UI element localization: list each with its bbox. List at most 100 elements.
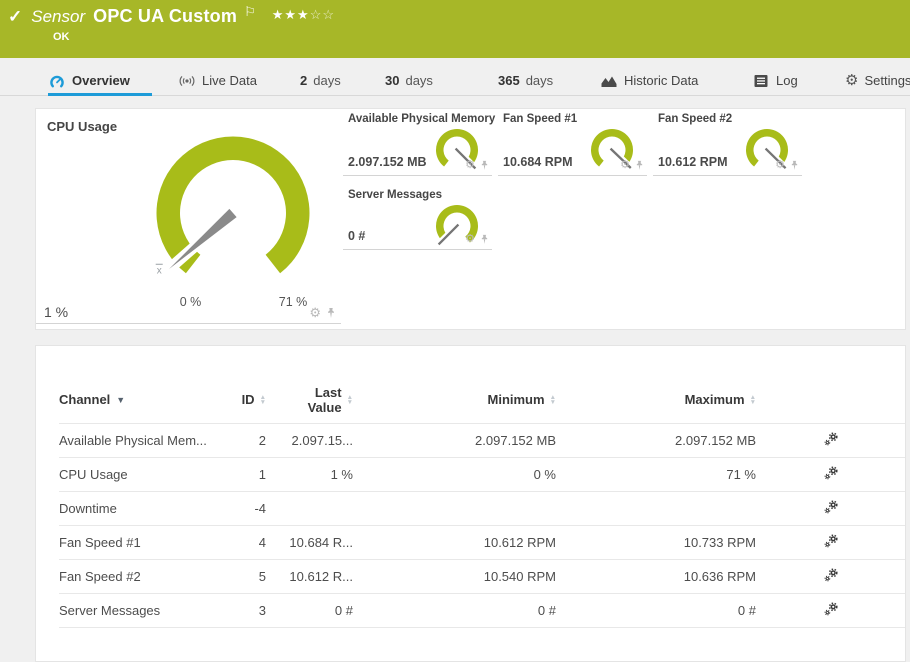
gear-icon[interactable]: ⚙ — [775, 160, 785, 171]
cell-minimum: 10.540 RPM — [483, 569, 556, 584]
channel-table: Channel ▼ ID ▲ ▼ Last Value ▲ ▼ Minimum ▲ ▼ Maximum ▲… — [59, 346, 905, 628]
cell-maximum: 0 # — [737, 603, 756, 618]
active-tab-underline — [48, 93, 152, 96]
cpu-gauge-dial: x — [155, 136, 310, 276]
star-rating[interactable]: ★★★☆☆ — [272, 7, 335, 23]
pin-icon[interactable] — [480, 234, 489, 245]
table-header-row: Channel ▼ ID ▲ ▼ Last Value ▲ ▼ Minimum ▲ ▼ Maximum ▲… — [59, 346, 905, 423]
channel-settings-icon[interactable] — [823, 567, 839, 583]
sensor-header: ✓ Sensor OPC UA Custom ⚐ ★★★☆☆ OK — [0, 0, 910, 58]
channel-table-card: Channel ▼ ID ▲ ▼ Last Value ▲ ▼ Minimum ▲ ▼ Maximum ▲… — [35, 345, 906, 662]
star-filled-icon[interactable]: ★ — [272, 7, 285, 22]
sort-icon: ▲ ▼ — [749, 393, 756, 406]
pin-icon[interactable] — [480, 160, 489, 171]
tab-log[interactable]: Log — [752, 73, 798, 88]
channel-settings-icon[interactable] — [823, 431, 839, 447]
column-label: Minimum — [487, 392, 545, 407]
live-icon — [179, 75, 195, 86]
cell-actions — [756, 533, 905, 552]
tab-number: 30 — [385, 73, 400, 88]
gauge-actions: ⚙ — [620, 160, 644, 171]
tab-historic-data[interactable]: Historic Data — [600, 73, 698, 88]
cell-minimum: 2.097.152 MB — [475, 433, 556, 448]
cell-last-value: 10.684 R... — [289, 535, 353, 550]
gauge-actions: ⚙ — [309, 306, 336, 319]
gear-icon[interactable]: ⚙ — [465, 160, 475, 171]
tab-overview[interactable]: Overview — [48, 73, 130, 88]
tab-2-days[interactable]: 2 days — [300, 73, 341, 88]
cell-actions — [756, 601, 905, 620]
table-row: Fan Speed #1 4 10.684 R... 10.612 RPM 10.733… — [59, 525, 905, 559]
star-filled-icon[interactable]: ★ — [297, 7, 310, 22]
gauge-title: CPU Usage — [47, 119, 118, 134]
gauge-scale-min: 0 % — [179, 295, 202, 309]
channel-settings-icon[interactable] — [823, 499, 839, 515]
tab-30-days[interactable]: 30 days — [385, 73, 433, 88]
cell-channel: CPU Usage — [59, 467, 128, 482]
channel-settings-icon[interactable] — [823, 533, 839, 549]
column-header-minimum[interactable]: Minimum ▲ ▼ — [353, 392, 557, 407]
tab-settings[interactable]: ⚙ Settings — [845, 73, 910, 88]
column-header-last-value[interactable]: Last Value ▲ ▼ — [266, 385, 353, 415]
star-filled-icon[interactable]: ★ — [284, 7, 297, 22]
cell-id: 3 — [258, 603, 266, 618]
star-empty-icon[interactable]: ☆ — [310, 7, 323, 22]
cell-actions — [756, 431, 905, 450]
column-header-maximum[interactable]: Maximum ▲ ▼ — [556, 392, 756, 407]
channel-settings-icon[interactable] — [823, 465, 839, 481]
sensor-type-label: Sensor — [31, 6, 86, 26]
tab-label: Log — [776, 73, 798, 88]
tab-label: Live Data — [202, 73, 257, 88]
column-label: ID — [241, 392, 255, 407]
cell-id: 2 — [258, 433, 266, 448]
gauge-value: 2.097.152 MB — [348, 155, 427, 169]
channel-settings-icon[interactable] — [823, 601, 839, 617]
table-row: Fan Speed #2 5 10.612 R... 10.540 RPM 10.636… — [59, 559, 905, 593]
star-empty-icon[interactable]: ☆ — [322, 7, 335, 22]
cell-last-value: 10.612 R... — [289, 569, 353, 584]
gauge-value: 10.684 RPM — [503, 155, 573, 169]
pin-icon[interactable] — [635, 160, 644, 171]
gear-icon: ⚙ — [845, 72, 859, 89]
cell-maximum: 71 % — [726, 467, 756, 482]
cell-channel: Server Messages — [59, 603, 161, 618]
cell-channel: Available Physical Mem... — [59, 433, 207, 448]
table-row: Available Physical Mem... 2 2.097.15... 2.0… — [59, 423, 905, 457]
cell-id: 4 — [258, 535, 266, 550]
gauge-panel-fan-speed-2: Fan Speed #2 10.612 RPM ⚙ — [653, 109, 802, 176]
table-bottom-border — [59, 627, 905, 628]
log-icon — [754, 74, 768, 87]
sensor-title-row: ✓ Sensor OPC UA Custom ⚐ ★★★☆☆ — [8, 3, 335, 27]
cell-id: 1 — [258, 467, 266, 482]
column-header-channel[interactable]: Channel ▼ — [59, 392, 211, 407]
table-row: CPU Usage 1 1 % 0 % 71 % — [59, 457, 905, 491]
cell-id: 5 — [258, 569, 266, 584]
gear-icon[interactable]: ⚙ — [465, 234, 475, 245]
gauge-actions: ⚙ — [465, 234, 489, 245]
tab-365-days[interactable]: 365 days — [498, 73, 553, 88]
cell-channel: Downtime — [59, 501, 117, 516]
tab-live-data[interactable]: Live Data — [178, 73, 257, 88]
tab-label: Settings — [864, 73, 910, 88]
gauge-value: 0 # — [348, 229, 366, 243]
tab-label: days — [313, 73, 341, 88]
pin-icon[interactable] — [790, 160, 799, 171]
gear-icon[interactable]: ⚙ — [309, 306, 321, 319]
sensor-status: OK — [53, 31, 70, 43]
gauge-panel-server-messages: Server Messages 0 # ⚙ — [343, 185, 492, 250]
tab-bar: Overview Live Data 2 days 30 days 365 days Histo… — [0, 58, 910, 96]
average-marker: x — [157, 265, 162, 276]
flag-icon: ⚐ — [244, 3, 256, 19]
gear-icon[interactable]: ⚙ — [620, 160, 630, 171]
gauges-section: CPU Usage x 0 % 71 % 1 % ⚙ Available Physical … — [35, 108, 906, 330]
tab-number: 365 — [498, 73, 520, 88]
cell-maximum: 10.733 RPM — [683, 535, 756, 550]
column-header-id[interactable]: ID ▲ ▼ — [211, 392, 266, 407]
column-label: Maximum — [684, 392, 745, 407]
pin-icon[interactable] — [326, 307, 336, 319]
gauge-panel-fan-speed-1: Fan Speed #1 10.684 RPM ⚙ — [498, 109, 647, 176]
tab-label: days — [405, 73, 433, 88]
gauge-dial — [436, 205, 478, 246]
cell-minimum: 0 % — [533, 467, 556, 482]
cell-channel: Fan Speed #1 — [59, 535, 141, 550]
